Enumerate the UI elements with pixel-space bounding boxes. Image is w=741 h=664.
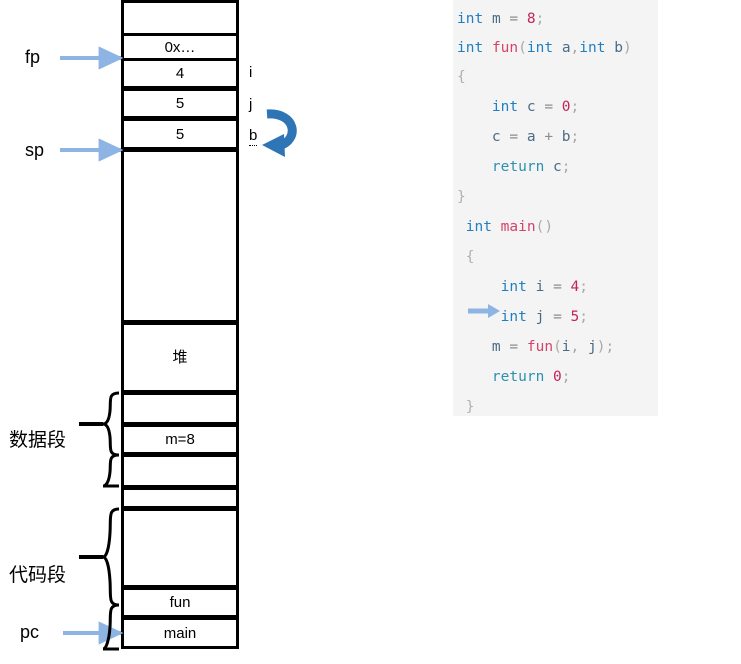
cell-text: 5: [175, 125, 185, 143]
segment-gap-cell: [121, 487, 239, 509]
data-cell-empty-upper: [121, 392, 239, 425]
data-cell-empty-lower: [121, 454, 239, 488]
data-segment-brace: [79, 391, 120, 488]
side-label-b: b: [249, 127, 258, 146]
pointer-label-fp: fp: [25, 47, 41, 67]
stack-cell-local-j: 5: [121, 88, 239, 119]
code-panel: int m = 8; int fun(int a,int b) { int c …: [453, 0, 658, 416]
heap-cell: 堆: [121, 322, 239, 393]
side-label-j: j: [249, 96, 253, 113]
segment-label-data: 数据段: [9, 430, 67, 451]
cell-text: 堆: [172, 349, 188, 366]
code-cell-empty: [121, 508, 239, 588]
current-line-arrow: [468, 304, 500, 318]
call-return-curved-arrow: [262, 109, 297, 157]
code-segment-brace: [79, 507, 120, 651]
code-cell-fun: fun: [121, 587, 239, 618]
side-label-i: i: [249, 64, 253, 81]
stack-cell-saved-fp: 0x…: [121, 33, 239, 61]
cell-text: main: [163, 624, 197, 642]
code-cell-main: main: [121, 617, 239, 649]
segment-label-code: 代码段: [9, 565, 67, 586]
cell-text: 0x…: [164, 38, 196, 56]
stack-cell-free-space: [121, 149, 239, 323]
cell-text: fun: [169, 594, 191, 611]
data-cell-global-m: m=8: [121, 424, 239, 455]
stack-cell-param-b: 5: [121, 118, 239, 150]
pointer-label-sp: sp: [25, 140, 45, 160]
pointer-label-pc: pc: [20, 622, 40, 642]
cell-text: 5: [175, 95, 185, 112]
memory-layout-diagram: 0x… 4 5 5 堆 m=8 fun main i j b fp sp pc …: [0, 0, 450, 664]
stack-cell-local-i: 4: [121, 58, 239, 89]
stack-cell-top-empty: [121, 0, 239, 36]
cell-text: 4: [175, 65, 185, 82]
cell-text: m=8: [165, 431, 195, 448]
